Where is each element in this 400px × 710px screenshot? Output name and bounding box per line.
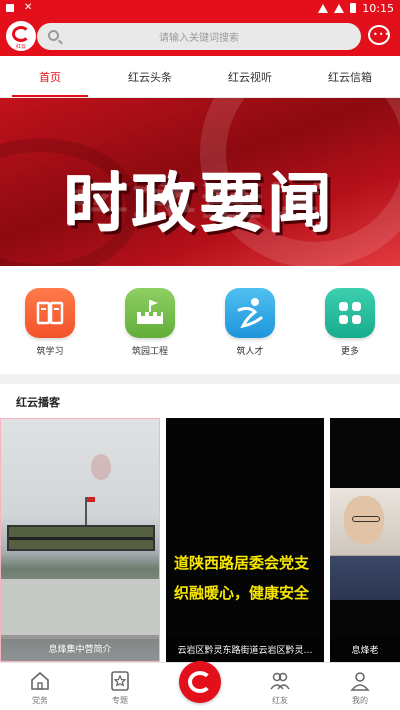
search-placeholder: 请输入关键词搜索 — [159, 33, 239, 44]
video-thumbnail-detail — [7, 525, 155, 551]
logo-text: 红云 — [15, 44, 26, 50]
video-thumbnail-detail — [352, 516, 380, 522]
video-caption: 云岩区黔灵东路街道云岩区黔灵… — [166, 636, 324, 662]
podcast-video-list: 息烽集中营简介 道陕西路居委会党支 织融暖心，健康安全 云岩区黔灵东路街道云岩区… — [0, 418, 400, 662]
flag-pole-detail — [85, 497, 95, 525]
castle-flag-icon — [125, 288, 175, 338]
user-icon — [350, 672, 370, 691]
nav-label: 专题 — [112, 696, 128, 705]
shortcut-grid: 筑学习 筑园工程 筑人才 更多 — [0, 266, 400, 374]
nav-topics[interactable]: 专题 — [80, 663, 160, 710]
battery-icon — [350, 3, 357, 13]
shortcut-label: 筑园工程 — [131, 347, 168, 357]
subtitle-line: 织融暖心，健康安全 — [174, 584, 310, 602]
banner-title-reflection: 时政要闻 — [64, 176, 336, 221]
tab-audiovisual[interactable]: 红云视听 — [200, 56, 300, 97]
tab-mailbox[interactable]: 红云信箱 — [300, 56, 400, 97]
person-run-icon — [225, 288, 275, 338]
subtitle-line: 道陕西路居委会党支 — [174, 554, 310, 572]
nav-center-home[interactable] — [160, 661, 240, 710]
nav-label: 党务 — [32, 696, 48, 705]
hongyun-logo-mark — [188, 671, 212, 693]
tab-label: 红云头条 — [128, 70, 172, 84]
section-divider — [0, 374, 400, 384]
video-caption: 息烽老 — [330, 636, 400, 662]
friends-icon — [270, 672, 290, 690]
star-doc-icon — [111, 671, 129, 691]
section-title: 红云播客 — [16, 396, 60, 409]
gate-bar — [9, 537, 153, 540]
news-banner[interactable]: 时政要闻 时政要闻 — [0, 98, 400, 266]
video-card[interactable]: 息烽老 — [330, 418, 400, 662]
signal-icon — [334, 3, 345, 13]
nav-party-affairs[interactable]: 党务 — [0, 663, 80, 710]
home-icon — [31, 671, 49, 690]
notification-icon — [6, 4, 14, 12]
shortcut-study[interactable]: 筑学习 — [0, 266, 100, 374]
tab-label: 红云信箱 — [328, 70, 372, 84]
status-bar: ✕ 10:15 — [0, 0, 400, 16]
search-bar[interactable]: 请输入关键词搜索 — [37, 23, 361, 50]
shortcut-talent[interactable]: 筑人才 — [200, 266, 300, 374]
message-button[interactable]: ••• — [368, 25, 390, 45]
video-card[interactable]: 道陕西路居委会党支 织融暖心，健康安全 云岩区黔灵东路街道云岩区黔灵… — [166, 418, 324, 662]
close-notification-icon: ✕ — [24, 2, 33, 13]
shortcut-garden-project[interactable]: 筑园工程 — [100, 266, 200, 374]
nav-friends[interactable]: 红友 — [240, 663, 320, 710]
video-thumbnail-detail — [1, 579, 159, 639]
app-logo[interactable]: 红云 — [6, 21, 36, 51]
nav-label: 红友 — [272, 696, 288, 705]
app-screen: ✕ 10:15 红云 请输入关键词搜索 ••• 首页 红云头条 红云视听 红云信… — [0, 0, 400, 710]
app-header: 红云 请输入关键词搜索 ••• — [0, 16, 400, 56]
tab-label: 红云视听 — [228, 70, 272, 84]
hongyun-logo-icon — [12, 26, 30, 42]
shortcut-label: 筑人才 — [236, 347, 264, 357]
tab-label: 首页 — [39, 70, 61, 84]
chat-bubble-icon: ••• — [373, 30, 391, 39]
book-icon — [25, 288, 75, 338]
video-card[interactable]: 息烽集中营简介 — [0, 418, 160, 662]
nav-label: 我的 — [352, 696, 368, 705]
grid-more-icon — [325, 288, 375, 338]
wifi-icon — [318, 3, 329, 13]
shortcut-label: 筑学习 — [36, 347, 64, 357]
hongyun-logo-icon — [179, 661, 221, 703]
tab-headlines[interactable]: 红云头条 — [100, 56, 200, 97]
tab-home[interactable]: 首页 — [0, 56, 100, 97]
video-thumbnail-detail — [91, 454, 111, 480]
status-time: 10:15 — [362, 1, 394, 15]
video-caption: 息烽集中营简介 — [1, 635, 159, 661]
search-icon — [48, 30, 59, 41]
shortcut-more[interactable]: 更多 — [300, 266, 400, 374]
video-subtitle-text: 道陕西路居委会党支 织融暖心，健康安全 — [174, 548, 322, 608]
nav-profile[interactable]: 我的 — [320, 663, 400, 710]
shortcut-label: 更多 — [340, 347, 359, 357]
tab-bar: 首页 红云头条 红云视听 红云信箱 — [0, 56, 400, 98]
bottom-nav: 党务 专题 红友 我的 — [0, 661, 400, 710]
